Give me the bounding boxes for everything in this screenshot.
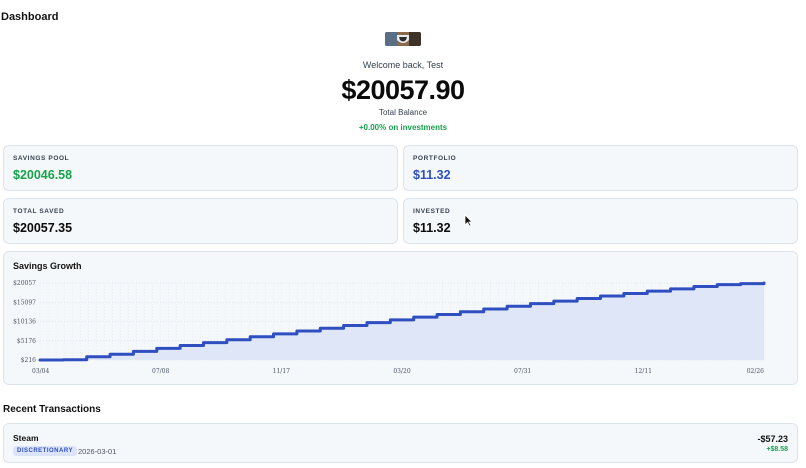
- stat-card-portfolio[interactable]: PORTFOLIO $11.32: [403, 145, 798, 191]
- savings-growth-chart-card: $216 $5176 $10136 $15097 $20057 03/04 07/08 11/…: [3, 251, 798, 385]
- hero: Welcome back, Test $20057.90 Total Balan…: [0, 32, 806, 132]
- stat-value: $20046.58: [13, 168, 73, 182]
- avatar[interactable]: [385, 32, 421, 46]
- stat-value: $11.32: [413, 221, 451, 235]
- stat-label: TOTAL SAVED: [13, 208, 65, 215]
- total-balance-value: $20057.90: [341, 75, 465, 105]
- chart-y-tick-label: $5176: [17, 338, 36, 345]
- chart-x-tick-label: 03/04: [32, 368, 49, 375]
- welcome-text: Welcome back, Test: [362, 60, 444, 70]
- transaction-amount: -$57.23: [757, 434, 788, 444]
- chart-x-tick-label: 02/26: [747, 368, 764, 375]
- chart-x-tick-label: 12/11: [635, 368, 652, 375]
- mouse-cursor-icon: [464, 214, 473, 227]
- transaction-name: Steam: [13, 433, 39, 443]
- transaction-sub-amount: +$8.58: [766, 446, 788, 453]
- stat-label: PORTFOLIO: [413, 155, 457, 162]
- investment-gain: +0.00% on investments: [358, 123, 448, 132]
- transaction-date: 2026-03-01: [78, 447, 117, 456]
- transaction-row[interactable]: Steam DISCRETIONARY 2026-03-01 -$57.23 +…: [3, 423, 798, 463]
- stat-label: SAVINGS POOL: [13, 155, 70, 162]
- chart-x-tick-label: 07/31: [514, 368, 531, 375]
- chart-x-tick-label: 03/20: [393, 368, 410, 375]
- chart-title: Savings Growth: [13, 261, 82, 271]
- stat-value: $20057.35: [13, 221, 73, 235]
- chart-y-tick-label: $15097: [13, 299, 36, 306]
- stat-label: INVESTED: [413, 208, 451, 215]
- avatar-image-icon: [385, 32, 421, 46]
- recent-transactions-title: Recent Transactions: [3, 404, 101, 415]
- chart-y-tick-label: $20057: [13, 280, 36, 287]
- total-balance-label: Total Balance: [378, 108, 428, 117]
- chart-y-tick-label: $216: [21, 357, 36, 364]
- transaction-category-badge: DISCRETIONARY: [13, 446, 77, 456]
- stat-value: $11.32: [413, 168, 451, 182]
- savings-growth-chart[interactable]: $216 $5176 $10136 $15097 $20057 03/04 07/08 11/…: [4, 252, 799, 386]
- page-title: Dashboard: [1, 11, 59, 23]
- chart-x-tick-label: 11/17: [273, 368, 290, 375]
- chart-y-tick-label: $10136: [13, 319, 36, 326]
- stat-card-savings-pool[interactable]: SAVINGS POOL $20046.58: [3, 145, 398, 191]
- stat-card-total-saved[interactable]: TOTAL SAVED $20057.35: [3, 198, 398, 244]
- chart-x-tick-label: 07/08: [152, 368, 169, 375]
- stat-card-invested[interactable]: INVESTED $11.32: [403, 198, 798, 244]
